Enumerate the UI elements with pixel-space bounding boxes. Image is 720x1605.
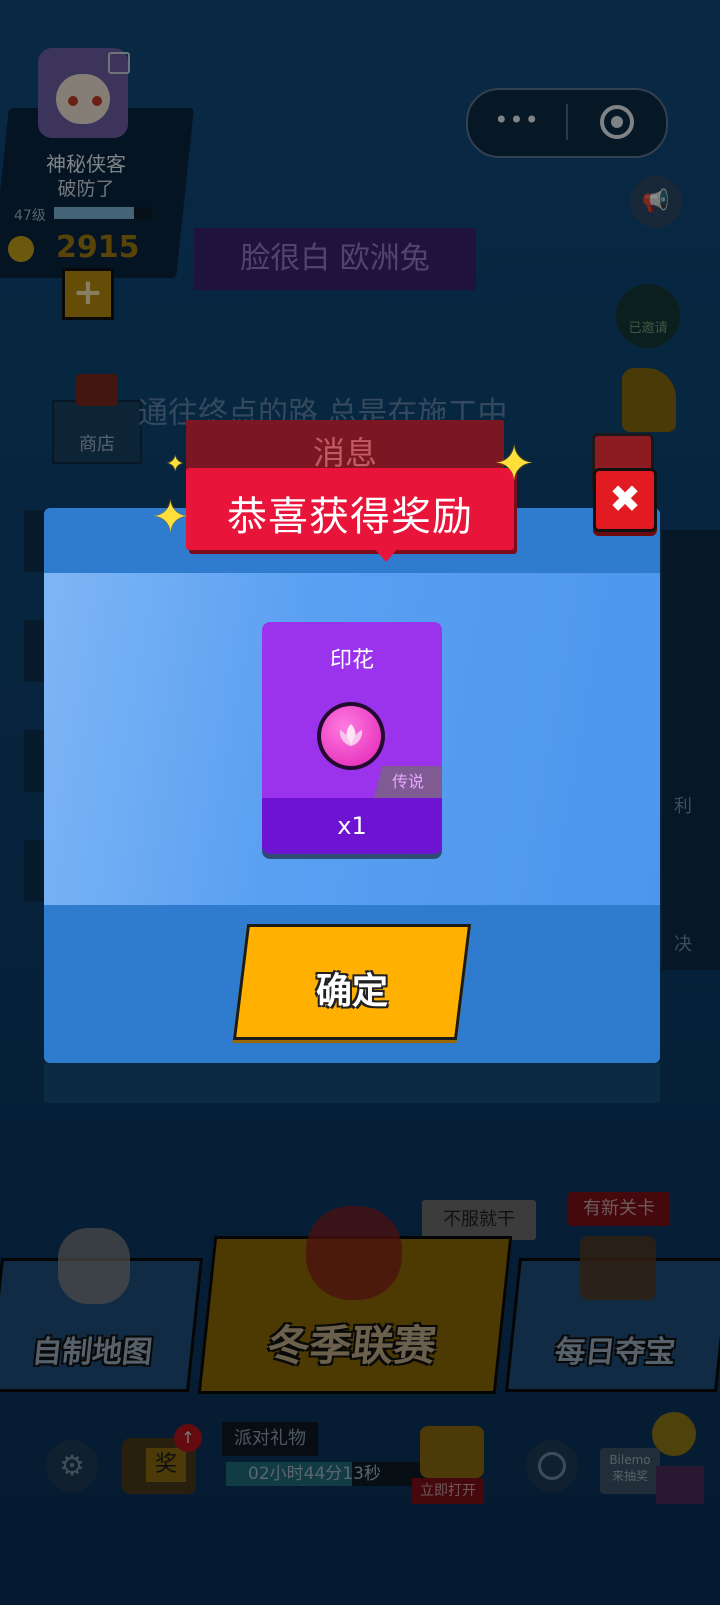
confirm-button[interactable]: 确定 <box>232 924 472 1040</box>
sparkle-star-icon: ✦ <box>494 436 535 492</box>
title-banner-tail <box>372 546 400 562</box>
reward-dialog: 印花 传说 x1 确定 <box>44 508 660 1063</box>
sparkle-star-icon: ✦ <box>152 492 189 543</box>
reward-item-quantity: x1 <box>262 798 442 854</box>
reward-item-name: 印花 <box>329 648 374 673</box>
confirm-label: 确定 <box>315 971 388 1012</box>
sparkle-star-icon: ✦ <box>166 452 185 477</box>
reward-title: 恭喜获得奖励 <box>227 494 473 540</box>
lotus-icon <box>317 702 385 770</box>
lotus-flower-icon <box>339 724 363 746</box>
reward-title-banner: 恭喜获得奖励 <box>186 468 514 562</box>
message-dialog-body <box>44 1063 660 1103</box>
close-x-icon[interactable]: ✖ <box>593 468 657 532</box>
reward-item-card[interactable]: 印花 传说 x1 <box>262 622 442 854</box>
rarity-tag: 传说 <box>374 766 442 798</box>
lotus-icon-disc <box>321 706 381 766</box>
